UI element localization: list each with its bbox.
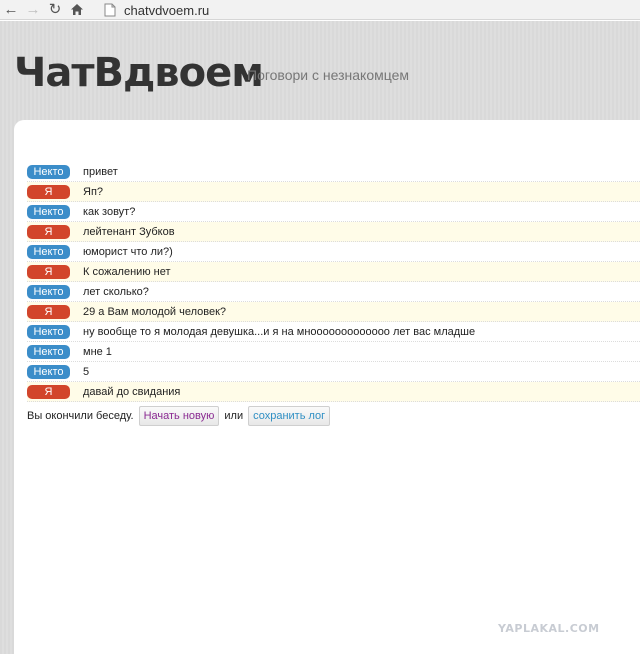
stranger-badge: Некто [27, 324, 70, 339]
message-text: Яп? [83, 185, 104, 198]
message-row: Некто лет сколько? [27, 282, 640, 302]
message-text: 29 а Вам молодой человек? [83, 305, 227, 318]
message-row: Ядавай до свидания [27, 382, 640, 402]
message-row: Некто мне 1 [27, 342, 640, 362]
message-row: Некто как зовут? [27, 202, 640, 222]
page-icon [104, 3, 116, 17]
me-badge: Я [27, 224, 70, 239]
back-arrow-icon[interactable]: ← [0, 0, 22, 20]
stranger-badge: Некто [27, 164, 70, 179]
browser-toolbar: ← → ↻ chatvdvoem.ru [0, 0, 640, 20]
address-bar[interactable]: chatvdvoem.ru [104, 1, 640, 19]
me-badge: Я [27, 184, 70, 199]
save-log-button[interactable]: сохранить лог [248, 406, 331, 426]
message-row: Некто привет [27, 162, 640, 182]
message-row: Ялейтенант Зубков [27, 222, 640, 242]
message-text: лет сколько? [83, 285, 149, 298]
message-row: Некто 5 [27, 362, 640, 382]
end-conversation-row: Вы окончили беседу. Начать новую или сох… [27, 406, 335, 426]
me-badge: Я [27, 384, 70, 399]
message-text: К сожалению нет [83, 265, 171, 278]
message-list: Некто привет Я Яп? Некто как зовут? Ялейтенант… [27, 162, 640, 402]
or-text: или [224, 410, 244, 422]
home-icon[interactable] [66, 0, 88, 20]
message-text: как зовут? [83, 205, 136, 218]
stranger-badge: Некто [27, 344, 70, 359]
start-new-button[interactable]: Начать новую [138, 406, 220, 426]
watermark: YAPLAKAL.COM [498, 622, 600, 635]
message-row: Я 29 а Вам молодой человек? [27, 302, 640, 322]
message-text: ну вообще то я молодая девушка...и я на … [83, 325, 476, 338]
message-text: мне 1 [83, 345, 112, 358]
message-text: привет [83, 165, 118, 178]
stranger-badge: Некто [27, 244, 70, 259]
message-row: Я К сожалению нет [27, 262, 640, 282]
message-text: лейтенант Зубков [83, 225, 175, 238]
message-text: давай до свидания [83, 385, 181, 398]
site-tagline: Поговори с незнакомцем [247, 67, 409, 83]
site-title: ЧатВдвоем [14, 50, 264, 96]
message-row: Некто юморист что ли?) [27, 242, 640, 262]
message-text: 5 [83, 365, 90, 378]
message-row: Некто ну вообще то я молодая девушка...и … [27, 322, 640, 342]
me-badge: Я [27, 304, 70, 319]
stranger-badge: Некто [27, 364, 70, 379]
me-badge: Я [27, 264, 70, 279]
reload-icon[interactable]: ↻ [44, 0, 66, 20]
end-text: Вы окончили беседу. [27, 410, 134, 422]
message-row: Я Яп? [27, 182, 640, 202]
stranger-badge: Некто [27, 284, 70, 299]
forward-arrow-icon[interactable]: → [22, 0, 44, 20]
url-text: chatvdvoem.ru [124, 2, 210, 18]
message-text: юморист что ли?) [83, 245, 173, 258]
stranger-badge: Некто [27, 204, 70, 219]
